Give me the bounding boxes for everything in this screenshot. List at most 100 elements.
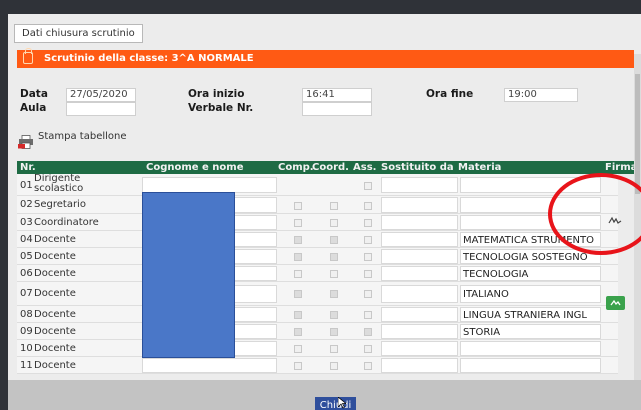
sostituito-field[interactable] (381, 232, 458, 247)
data-field[interactable]: 27/05/2020 (66, 88, 136, 102)
signature-icon[interactable] (607, 215, 623, 226)
materia-field[interactable] (460, 177, 601, 193)
coord-checkbox[interactable] (330, 345, 338, 353)
aula-label: Aula (20, 102, 47, 114)
table-row: 03 Coordinatore (17, 214, 618, 231)
comp-checkbox[interactable] (294, 202, 302, 210)
sostituito-field[interactable] (381, 307, 458, 322)
row-number: 06 (20, 268, 33, 279)
table-row: 10 Docente (17, 340, 618, 357)
ass-checkbox[interactable] (364, 362, 372, 370)
pdf-print-icon[interactable] (18, 135, 34, 149)
ass-checkbox[interactable] (364, 328, 372, 336)
row-number: 11 (20, 360, 33, 371)
materia-field[interactable]: STORIA (460, 324, 601, 339)
ora-fine-label: Ora fine (426, 88, 474, 100)
name-field[interactable] (142, 358, 277, 373)
materia-field[interactable] (460, 341, 601, 356)
materia-field[interactable]: ITALIANO (460, 285, 601, 303)
ass-checkbox[interactable] (364, 270, 372, 278)
ass-checkbox[interactable] (364, 311, 372, 319)
comp-checkbox[interactable] (294, 236, 302, 244)
coord-checkbox[interactable] (330, 328, 338, 336)
coord-checkbox[interactable] (330, 202, 338, 210)
coord-checkbox[interactable] (330, 219, 338, 227)
comp-checkbox[interactable] (294, 253, 302, 261)
row-role: Segretario (34, 199, 86, 210)
coord-checkbox[interactable] (330, 270, 338, 278)
sostituito-field[interactable] (381, 285, 458, 303)
materia-field[interactable]: TECNOLOGIA SOSTEGNO (460, 249, 601, 264)
column-header-ass: Ass. (353, 162, 377, 173)
lock-icon (23, 48, 33, 64)
table-row: 05 Docente TECNOLOGIA SOSTEGNO (17, 248, 618, 265)
row-number: 01 (20, 180, 33, 191)
sostituito-field[interactable] (381, 324, 458, 339)
table-body: 01 Dirigente scolastico 02 Segretario 03… (17, 174, 634, 374)
vertical-scrollbar[interactable] (634, 54, 641, 380)
sostituito-field[interactable] (381, 266, 458, 281)
sign-button[interactable] (606, 296, 625, 310)
materia-field[interactable] (460, 358, 601, 373)
ass-checkbox[interactable] (364, 345, 372, 353)
row-number: 08 (20, 309, 33, 320)
ora-inizio-field[interactable]: 16:41 (302, 88, 372, 102)
materia-field[interactable]: MATEMATICA STRUMENTO (460, 232, 601, 247)
name-field[interactable] (142, 177, 277, 193)
column-header-comp: Comp. (278, 162, 314, 173)
ass-checkbox[interactable] (364, 236, 372, 244)
ass-checkbox[interactable] (364, 202, 372, 210)
materia-field[interactable]: TECNOLOGIA (460, 266, 601, 281)
comp-checkbox[interactable] (294, 311, 302, 319)
table-row: 04 Docente MATEMATICA STRUMENTO (17, 231, 618, 248)
comp-checkbox[interactable] (294, 290, 302, 298)
coord-checkbox[interactable] (330, 362, 338, 370)
row-number: 05 (20, 251, 33, 262)
row-role: Docente (34, 343, 76, 354)
materia-field[interactable]: LINGUA STRANIERA INGL (460, 307, 601, 322)
ass-checkbox[interactable] (364, 182, 372, 190)
row-role: Docente (34, 234, 76, 245)
column-header-nr: Nr. (20, 162, 36, 173)
sostituito-field[interactable] (381, 177, 458, 193)
table-row: 09 Docente STORIA (17, 323, 618, 340)
comp-checkbox[interactable] (294, 219, 302, 227)
ora-fine-field[interactable]: 19:00 (504, 88, 578, 102)
materia-field[interactable] (460, 197, 601, 213)
row-role: Coordinatore (34, 217, 99, 228)
comp-checkbox[interactable] (294, 328, 302, 336)
coord-checkbox[interactable] (330, 253, 338, 261)
sostituito-field[interactable] (381, 249, 458, 264)
column-header-name: Cognome e nome (146, 162, 244, 173)
coord-checkbox[interactable] (330, 311, 338, 319)
row-role: Docente (34, 326, 76, 337)
comp-checkbox[interactable] (294, 270, 302, 278)
row-role: Dirigente scolastico (34, 174, 83, 194)
table-row: 02 Segretario (17, 196, 618, 214)
row-role: Docente (34, 251, 76, 262)
ass-checkbox[interactable] (364, 253, 372, 261)
tab-dati-chiusura-scrutinio[interactable]: Dati chiusura scrutinio (14, 24, 143, 43)
comp-checkbox[interactable] (294, 345, 302, 353)
column-header-firma: Firma (605, 162, 638, 173)
print-tabellone-link[interactable]: Stampa tabellone (38, 131, 127, 142)
coord-checkbox[interactable] (330, 290, 338, 298)
sostituito-field[interactable] (381, 215, 458, 230)
row-number: 02 (20, 199, 33, 210)
verbale-field[interactable] (302, 102, 372, 116)
sostituito-field[interactable] (381, 358, 458, 373)
comp-checkbox[interactable] (294, 362, 302, 370)
row-number: 09 (20, 326, 33, 337)
sostituito-field[interactable] (381, 341, 458, 356)
materia-field[interactable] (460, 215, 601, 230)
sostituito-field[interactable] (381, 197, 458, 213)
ass-checkbox[interactable] (364, 219, 372, 227)
coord-checkbox[interactable] (330, 236, 338, 244)
signature-icon (610, 299, 621, 306)
ass-checkbox[interactable] (364, 290, 372, 298)
close-button[interactable]: Chiudi (315, 397, 356, 410)
table-row: 08 Docente LINGUA STRANIERA INGL (17, 306, 618, 323)
table-row: 01 Dirigente scolastico (17, 174, 618, 196)
aula-field[interactable] (66, 102, 136, 116)
scrollbar-thumb[interactable] (635, 74, 640, 194)
